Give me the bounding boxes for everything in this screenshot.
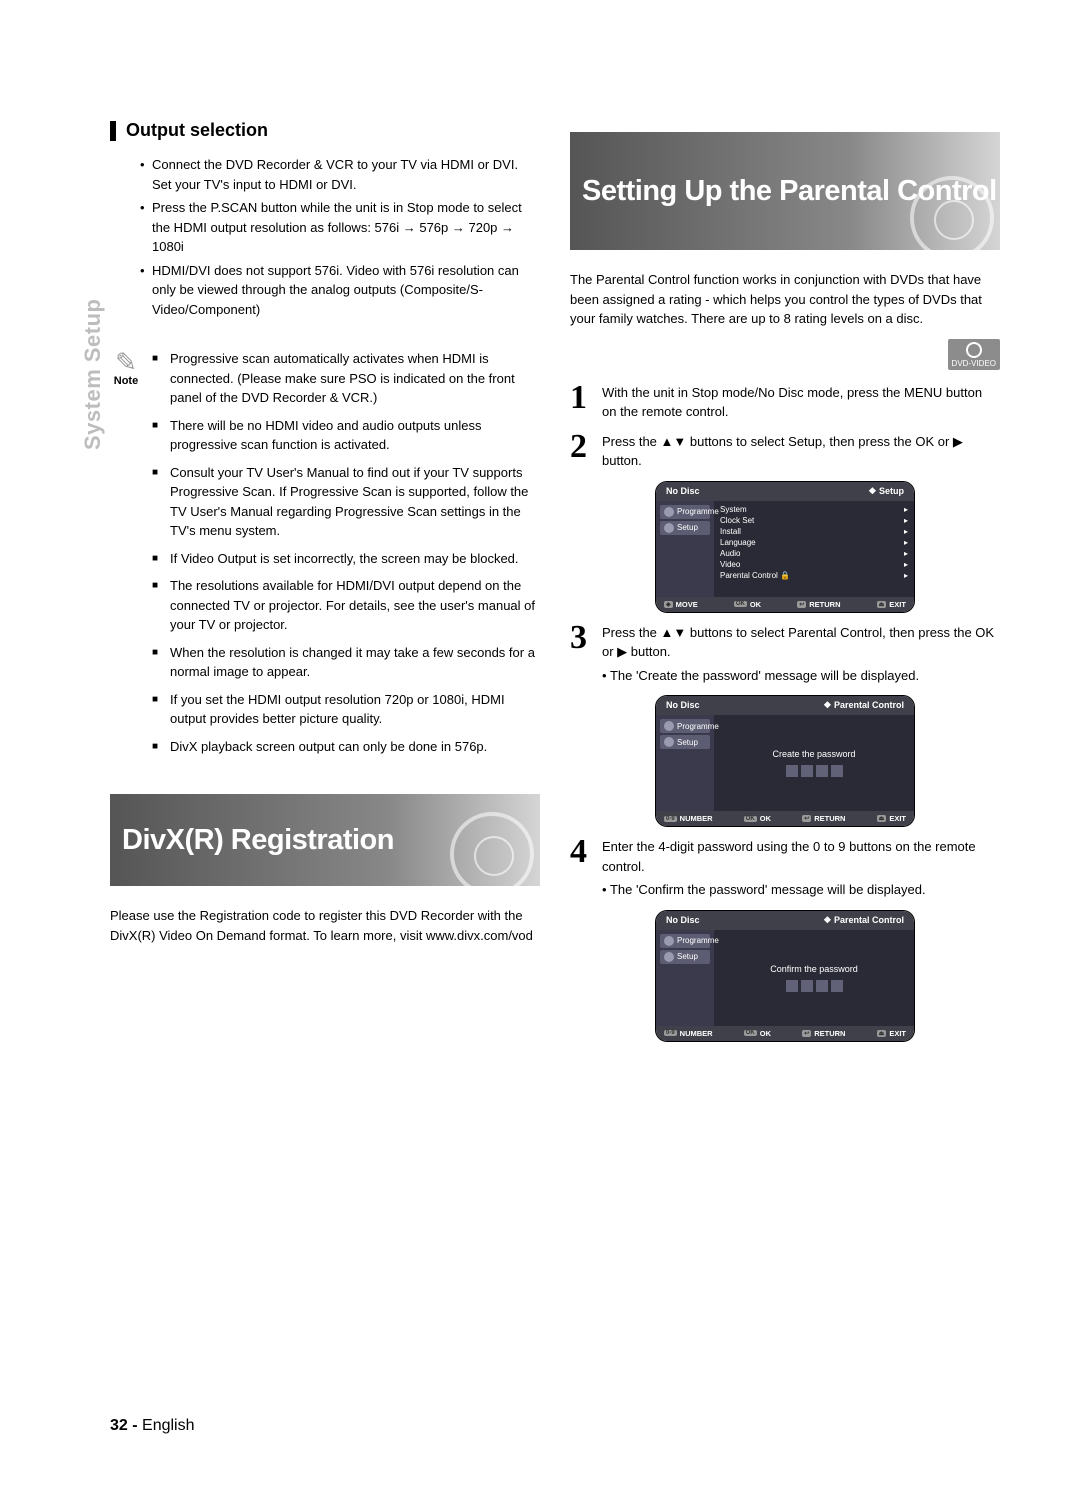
right-column: Setting Up the Parental Control The Pare… xyxy=(570,120,1000,1052)
left-column: Output selection Connect the DVD Recorde… xyxy=(110,120,540,1052)
step-subtext: The 'Confirm the password' message will … xyxy=(602,880,1000,900)
step-text: With the unit in Stop mode/No Disc mode,… xyxy=(602,383,1000,422)
step-number: 4 xyxy=(570,837,594,900)
bullet-item: HDMI/DVI does not support 576i. Video wi… xyxy=(140,261,540,320)
note-item: The resolutions available for HDMI/DVI o… xyxy=(152,576,540,635)
osd-setup-menu: No Disc ❖ Setup Programme Setup System▸ … xyxy=(655,481,915,613)
step-text: Press the ▲▼ buttons to select Parental … xyxy=(602,623,1000,662)
password-boxes xyxy=(786,765,843,777)
disc-icon xyxy=(450,812,534,896)
step-1: 1 With the unit in Stop mode/No Disc mod… xyxy=(570,383,1000,422)
osd-side-item: Setup xyxy=(660,950,710,964)
osd-title-right: ❖ Parental Control xyxy=(823,915,904,926)
osd-side-item: Programme xyxy=(660,719,710,733)
note-label: Note xyxy=(110,375,142,387)
note-icon: ✎ xyxy=(110,349,142,375)
step-number: 2 xyxy=(570,432,594,471)
note-item: If you set the HDMI output resolution 72… xyxy=(152,690,540,729)
step-3: 3 Press the ▲▼ buttons to select Parenta… xyxy=(570,623,1000,686)
note-item: DivX playback screen output can only be … xyxy=(152,737,540,757)
osd-confirm-password: No Disc ❖ Parental Control Programme Set… xyxy=(655,910,915,1042)
osd-title-right: ❖ Setup xyxy=(868,486,904,497)
divx-banner-title: DivX(R) Registration xyxy=(122,824,394,856)
output-selection-title: Output selection xyxy=(126,120,268,141)
note-item: Progressive scan automatically activates… xyxy=(152,349,540,408)
osd-title-right: ❖ Parental Control xyxy=(823,700,904,711)
dvd-video-badge: DVD-VIDEO xyxy=(570,339,1000,371)
osd-side-item: Programme xyxy=(660,934,710,948)
step-2: 2 Press the ▲▼ buttons to select Setup, … xyxy=(570,432,1000,471)
bullet-item: Press the P.SCAN button while the unit i… xyxy=(140,198,540,257)
step-subtext: The 'Create the password' message will b… xyxy=(602,666,1000,686)
section-bar-icon xyxy=(110,121,116,141)
step-number: 3 xyxy=(570,623,594,686)
divx-paragraph: Please use the Registration code to regi… xyxy=(110,906,540,945)
parental-intro: The Parental Control function works in c… xyxy=(570,270,1000,329)
side-tab-label: System Setup xyxy=(80,299,106,451)
step-4: 4 Enter the 4-digit password using the 0… xyxy=(570,837,1000,900)
note-item: Consult your TV User's Manual to find ou… xyxy=(152,463,540,541)
osd-title-left: No Disc xyxy=(666,700,700,711)
bullet-item: Connect the DVD Recorder & VCR to your T… xyxy=(140,155,540,194)
page-footer: 32 - English xyxy=(110,1417,195,1435)
section-heading: Output selection xyxy=(110,120,540,141)
osd-create-password: No Disc ❖ Parental Control Programme Set… xyxy=(655,695,915,827)
divx-banner: DivX(R) Registration xyxy=(110,794,540,886)
osd-side-item: Setup xyxy=(660,735,710,749)
note-box: ✎ Note Progressive scan automatically ac… xyxy=(110,349,540,764)
osd-message: Confirm the password xyxy=(770,964,858,974)
parental-banner: Setting Up the Parental Control xyxy=(570,132,1000,250)
password-boxes xyxy=(786,980,843,992)
osd-title-left: No Disc xyxy=(666,915,700,926)
step-number: 1 xyxy=(570,383,594,422)
note-item: When the resolution is changed it may ta… xyxy=(152,643,540,682)
disc-icon xyxy=(910,176,994,260)
osd-side-item: Setup xyxy=(660,521,710,535)
step-text: Enter the 4-digit password using the 0 t… xyxy=(602,837,1000,876)
output-bullets: Connect the DVD Recorder & VCR to your T… xyxy=(140,155,540,319)
note-item: If Video Output is set incorrectly, the … xyxy=(152,549,540,569)
page-language: English xyxy=(142,1417,194,1434)
osd-message: Create the password xyxy=(772,749,855,759)
step-text: Press the ▲▼ buttons to select Setup, th… xyxy=(602,432,1000,471)
osd-side-item: Programme xyxy=(660,505,710,519)
note-item: There will be no HDMI video and audio ou… xyxy=(152,416,540,455)
osd-title-left: No Disc xyxy=(666,486,700,497)
page-number: 32 - xyxy=(110,1417,138,1434)
